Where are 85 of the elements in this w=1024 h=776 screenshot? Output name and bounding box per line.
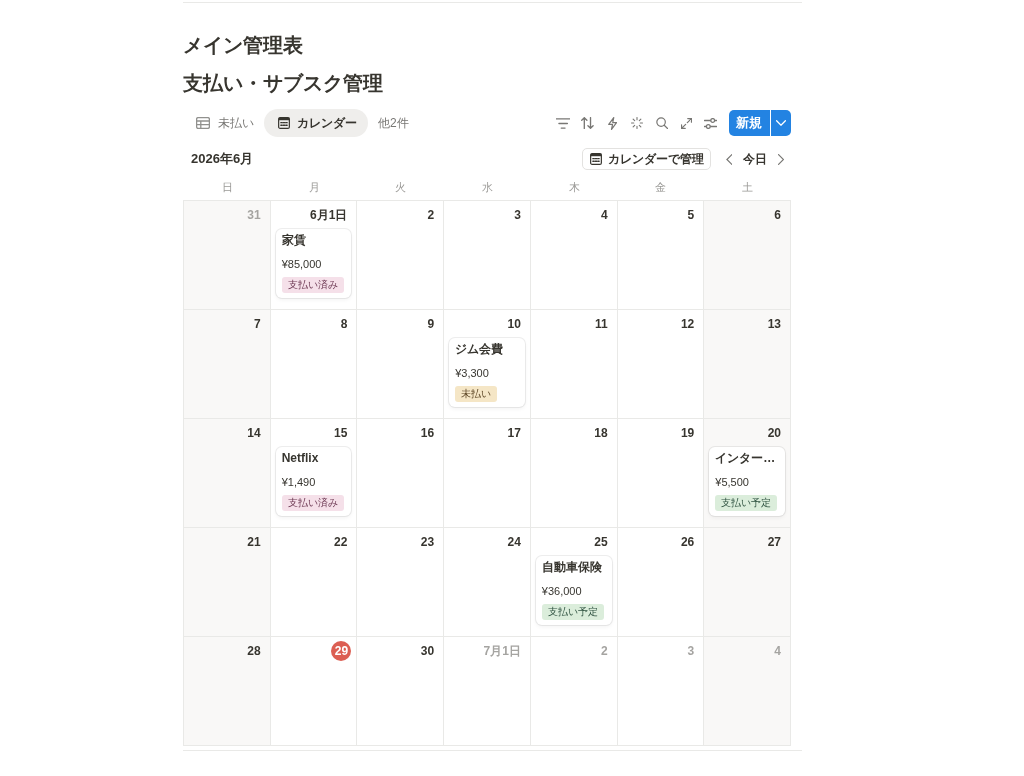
day-number: 22 [333,534,349,551]
event-card[interactable]: 自動車保険 ¥36,000 支払い予定 [535,556,612,625]
status-tag: 支払い済み [281,277,344,293]
day-number: 29 [331,641,352,661]
event-card[interactable]: インター… ¥5,500 支払い予定 [709,447,785,516]
day-number: 20 [766,425,782,442]
day-number: 5 [686,207,696,224]
day-number: 4 [599,207,609,224]
weekday-label: 火 [395,179,407,195]
manage-calendar-button[interactable]: カレンダーで管理 [582,148,711,170]
filter-icon [556,117,571,129]
day-number: 23 [419,534,436,551]
day-number: 24 [506,534,522,551]
expand-icon [680,117,692,129]
new-button[interactable]: 新規 [729,110,770,136]
event-amount: ¥85,000 [281,257,323,272]
day-number: 11 [593,316,609,333]
event-title: 家賃 [281,232,307,248]
day-number: 10 [506,316,522,333]
day-number: 28 [246,643,262,660]
event-title: 自動車保険 [541,559,603,575]
today-button[interactable]: 今日 [737,148,773,170]
day-number: 26 [679,534,696,551]
day-number: 25 [593,534,609,551]
event-title: ジム会費 [455,341,505,357]
new-dropdown-button[interactable] [771,110,791,136]
sort-icon [581,117,595,129]
event-amount: ¥5,500 [715,475,750,490]
weekday-label: 金 [655,179,667,195]
weekday-label: 水 [482,179,493,195]
weekday-label: 土 [742,179,754,195]
event-card[interactable]: ジム会費 ¥3,300 未払い [449,338,525,407]
caret-icon [776,120,786,126]
event-card[interactable]: 家賃 ¥85,000 支払い済み [275,229,352,298]
event-amount: ¥36,000 [541,584,583,599]
day-number: 21 [246,534,262,551]
day-number: 8 [339,316,349,333]
day-number: 30 [419,643,436,660]
calendar-icon [590,153,602,165]
month-title: 2026年6月 [191,150,254,168]
day-number: 14 [246,425,262,442]
day-number: 2 [426,207,436,224]
event-amount: ¥3,300 [455,366,490,381]
sparkle-icon [630,117,643,129]
view-tab[interactable]: 未払い [186,109,264,137]
day-number: 27 [766,534,782,551]
more-views-button[interactable]: 他2件 [372,109,415,137]
day-number: 12 [679,316,696,333]
chevron-left-icon [725,153,733,165]
event-card[interactable]: Netflix ¥1,490 支払い済み [275,447,352,516]
weekday-label: 木 [568,179,580,195]
view-tab[interactable]: カレンダー [264,109,368,137]
day-number: 2 [599,643,609,660]
day-number: 18 [593,425,609,442]
day-number: 3 [686,643,696,660]
day-number: 16 [419,425,436,442]
day-number: 6 [773,207,782,224]
day-number: 6月1日 [309,207,349,224]
day-number: 17 [506,425,522,442]
event-amount: ¥1,490 [281,475,317,490]
status-tag: 支払い済み [281,495,344,511]
day-number: 13 [766,316,782,333]
status-tag: 支払い予定 [541,604,604,620]
day-number: 7 [253,316,262,333]
weekday-label: 日 [221,179,233,195]
event-title: インター… [715,450,777,466]
day-number: 31 [246,207,262,224]
calendar-icon [278,117,290,129]
database-title: 支払い・サブスク管理 [183,71,384,96]
event-title: Netflix [281,450,320,466]
day-number: 9 [426,316,436,333]
table-icon [196,117,210,129]
sliders-icon [704,117,718,129]
day-number: 3 [513,207,522,224]
status-tag: 未払い [455,386,498,402]
day-number: 15 [333,425,349,442]
lightning-icon [607,116,617,130]
status-tag: 支払い予定 [715,495,778,511]
day-number: 4 [773,643,782,660]
chevron-right-icon [777,153,785,165]
day-number: 19 [679,425,696,442]
day-number: 7月1日 [482,643,522,660]
search-icon [655,117,668,129]
database-heading: メイン管理表 [183,33,304,58]
weekday-label: 月 [308,179,320,195]
